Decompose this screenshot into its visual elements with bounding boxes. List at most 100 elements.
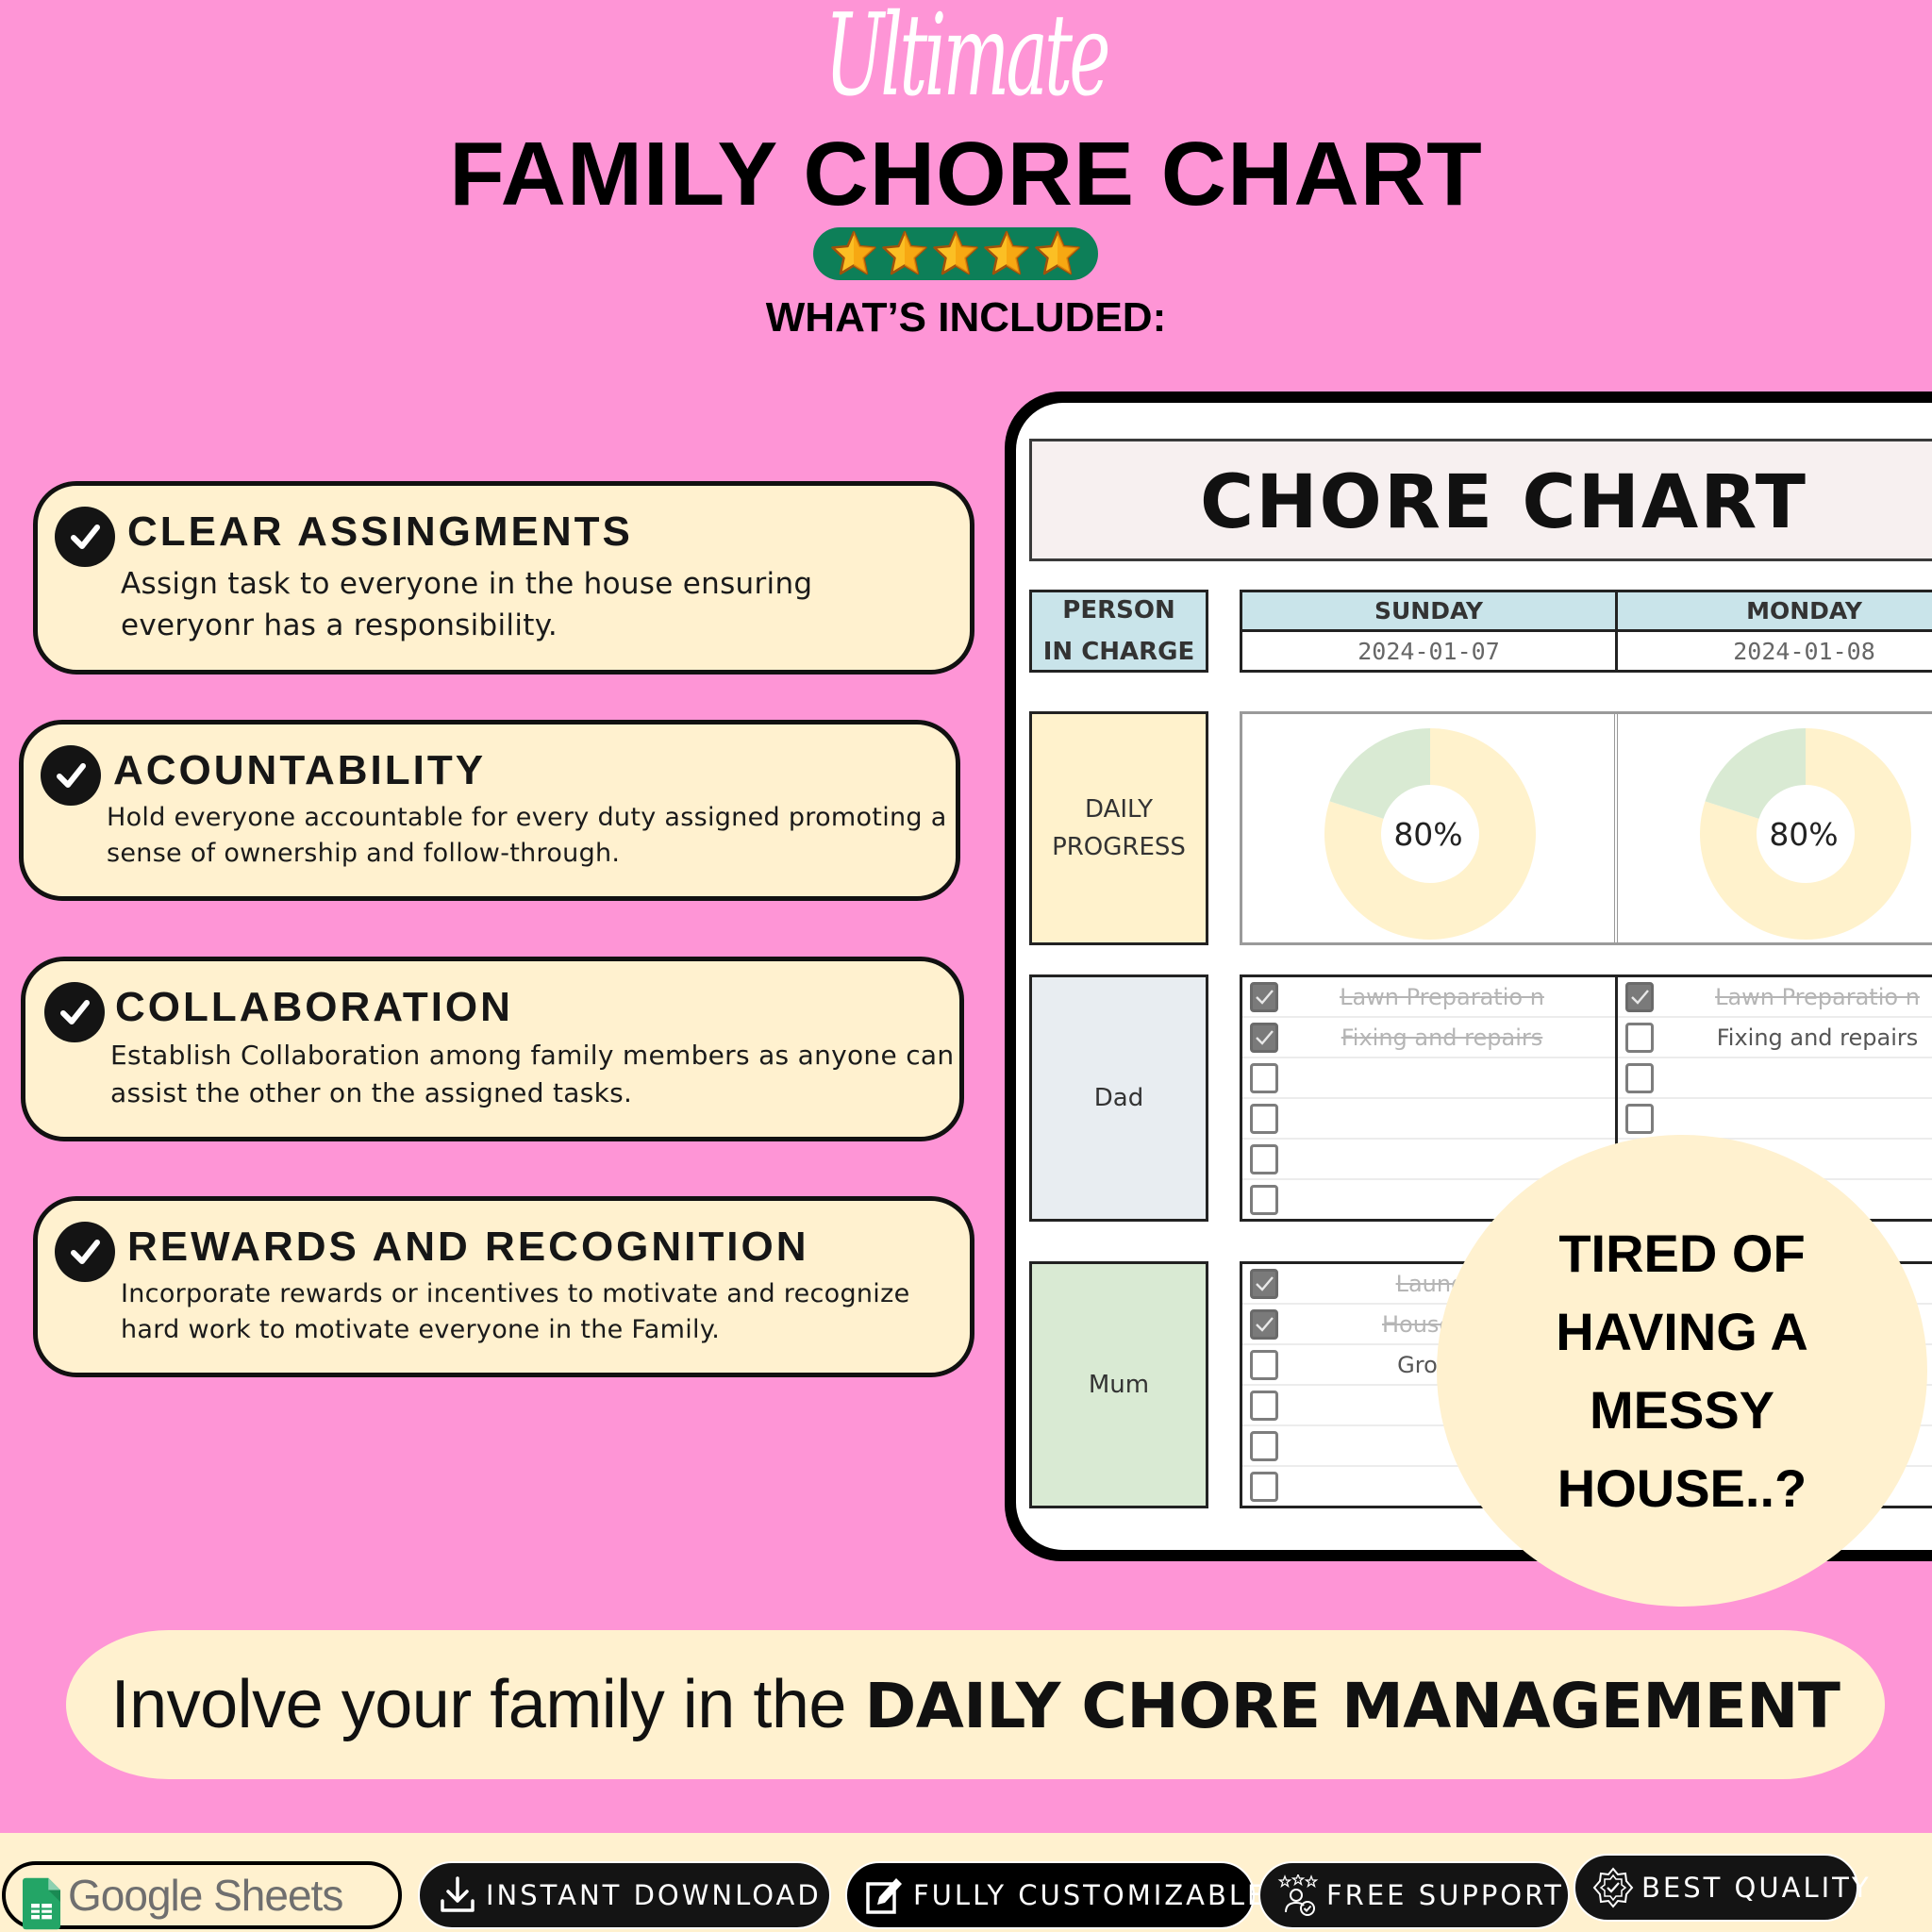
day-name: MONDAY: [1618, 592, 1932, 632]
task-row: Fixing and repairs: [1618, 1018, 1932, 1058]
google-sheets-badge: Google Sheets: [2, 1861, 402, 1930]
feature-description: Hold everyone accountable for every duty…: [107, 803, 947, 868]
task-text[interactable]: Fixing and repairs: [1654, 1024, 1932, 1051]
donut-slice-remaining: [1705, 728, 1806, 819]
feature-description: Establish Collaboration among family mem…: [110, 1040, 955, 1108]
free-support-badge: FREE SUPPORT: [1258, 1861, 1570, 1929]
task-text[interactable]: Lawn Preparatio n: [1278, 984, 1615, 1010]
task-checkbox[interactable]: [1250, 1430, 1278, 1461]
instant-download-badge: INSTANT DOWNLOAD: [418, 1861, 831, 1929]
person-header-line2: IN CHARGE: [1042, 638, 1195, 666]
person-in-charge-header: PERSON IN CHARGE: [1029, 590, 1208, 673]
star-icon: [831, 230, 876, 275]
bubble-line: TIRED OF: [1558, 1224, 1806, 1283]
star-icon: [984, 230, 1029, 275]
feature-title: REWARDS AND RECOGNITION: [127, 1224, 809, 1270]
check-circle-icon: [55, 1222, 115, 1282]
task-checkbox[interactable]: [1625, 1062, 1654, 1093]
daily-progress-label: DAILY PROGRESS: [1029, 711, 1208, 945]
progress-cell-sunday: 80%: [1242, 714, 1618, 942]
best-quality-label: BEST QUALITY: [1641, 1872, 1872, 1904]
download-icon: [441, 1876, 475, 1912]
donut-slice-remaining: [1329, 728, 1430, 819]
day-header-table: SUNDAY 2024-01-07 MONDAY 2024-01-08: [1240, 590, 1932, 673]
bubble-line: MESSY: [1589, 1380, 1775, 1440]
feature-card-clear-assignments: CLEAR ASSINGMENTS Assign task to everyon…: [33, 481, 974, 675]
progress-cell-monday: 80%: [1618, 714, 1932, 942]
task-row: Lawn Preparatio n: [1618, 977, 1932, 1018]
star-rating: [813, 227, 1098, 280]
edit-icon: [866, 1878, 902, 1914]
quality-seal-icon: [1592, 1867, 1634, 1908]
instant-download-label: INSTANT DOWNLOAD: [486, 1879, 822, 1911]
person-label-dad: Dad: [1029, 974, 1208, 1222]
google-sheets-label: Google Sheets: [68, 1871, 343, 1920]
sheet-title: CHORE CHART: [1200, 460, 1807, 545]
progress-percent-label: 80%: [1393, 816, 1463, 853]
check-circle-icon: [44, 982, 105, 1042]
task-checkbox[interactable]: [1250, 1268, 1278, 1299]
task-checkbox[interactable]: [1250, 1022, 1278, 1053]
day-date[interactable]: 2024-01-08: [1618, 632, 1932, 670]
person-label-mum: Mum: [1029, 1261, 1208, 1508]
task-checkbox[interactable]: [1625, 1103, 1654, 1134]
progress-table: 80% 80%: [1240, 711, 1932, 945]
progress-label-line2: PROGRESS: [1052, 833, 1186, 861]
task-checkbox[interactable]: [1250, 1390, 1278, 1421]
task-checkbox[interactable]: [1250, 1062, 1278, 1093]
task-text[interactable]: Lawn Preparatio n: [1654, 984, 1932, 1010]
task-row: [1242, 1099, 1615, 1140]
task-row: [1618, 1058, 1932, 1099]
progress-label-line1: DAILY: [1085, 795, 1153, 824]
feature-badges-strip: Google Sheets INSTANT DOWNLOAD FULLY CUS…: [0, 1833, 1932, 1932]
day-name: SUNDAY: [1242, 592, 1615, 632]
star-icon: [882, 230, 927, 275]
fully-customizable-badge: FULLY CUSTOMIZABLE: [845, 1861, 1264, 1929]
star-icon: [1035, 230, 1080, 275]
tagline-light: Involve your family in the: [110, 1667, 865, 1742]
feature-card-rewards: REWARDS AND RECOGNITION Incorporate rewa…: [33, 1196, 974, 1377]
task-row: Lawn Preparatio n: [1242, 977, 1615, 1018]
callout-bubble: TIRED OF HAVING A MESSY HOUSE..?: [1437, 1135, 1927, 1607]
progress-percent-label: 80%: [1769, 816, 1839, 853]
task-checkbox[interactable]: [1250, 1184, 1278, 1215]
support-icon: [1277, 1874, 1319, 1916]
feature-card-accountability: ACOUNTABILITY Hold everyone accountable …: [19, 720, 960, 901]
day-column-sunday: SUNDAY 2024-01-07: [1242, 592, 1618, 670]
bubble-line: HOUSE..?: [1557, 1458, 1807, 1518]
tagline-bold: DAILY CHORE MANAGEMENT: [864, 1670, 1840, 1742]
tagline-banner: Involve your family in the DAILY CHORE M…: [66, 1630, 1885, 1779]
feature-card-collaboration: COLLABORATION Establish Collaboration am…: [21, 957, 964, 1141]
google-sheets-icon: [23, 1877, 60, 1930]
task-text[interactable]: Fixing and repairs: [1278, 1024, 1615, 1051]
free-support-label: FREE SUPPORT: [1326, 1879, 1564, 1911]
tagline-text: Involve your family in the DAILY CHORE M…: [111, 1666, 1840, 1743]
task-checkbox[interactable]: [1250, 981, 1278, 1012]
task-checkbox[interactable]: [1250, 1308, 1278, 1340]
task-row: [1618, 1099, 1932, 1140]
task-row: [1242, 1058, 1615, 1099]
check-circle-icon: [41, 745, 101, 806]
best-quality-badge: BEST QUALITY: [1574, 1854, 1869, 1922]
feature-description: Incorporate rewards or incentives to mot…: [121, 1279, 910, 1344]
day-column-monday: MONDAY 2024-01-08: [1618, 592, 1932, 670]
page-title: FAMILY CHORE CHART: [449, 124, 1483, 225]
feature-title: COLLABORATION: [115, 984, 513, 1030]
fully-customizable-label: FULLY CUSTOMIZABLE: [913, 1879, 1268, 1911]
task-checkbox[interactable]: [1625, 1022, 1654, 1053]
script-title: Ultimate: [824, 0, 1110, 122]
task-checkbox[interactable]: [1625, 981, 1654, 1012]
task-checkbox[interactable]: [1250, 1349, 1278, 1380]
person-header-line1: PERSON: [1062, 596, 1175, 625]
task-checkbox[interactable]: [1250, 1471, 1278, 1502]
task-checkbox[interactable]: [1250, 1143, 1278, 1174]
feature-description: Assign task to everyone in the house ens…: [121, 567, 813, 642]
included-heading: WHAT’S INCLUDED:: [765, 294, 1167, 341]
task-row: Fixing and repairs: [1242, 1018, 1615, 1058]
feature-title: CLEAR ASSINGMENTS: [127, 508, 633, 555]
task-checkbox[interactable]: [1250, 1103, 1278, 1134]
check-circle-icon: [55, 507, 115, 567]
sheet-title-band: CHORE CHART: [1029, 439, 1932, 561]
bubble-line: HAVING A: [1556, 1302, 1808, 1361]
day-date[interactable]: 2024-01-07: [1242, 632, 1615, 670]
